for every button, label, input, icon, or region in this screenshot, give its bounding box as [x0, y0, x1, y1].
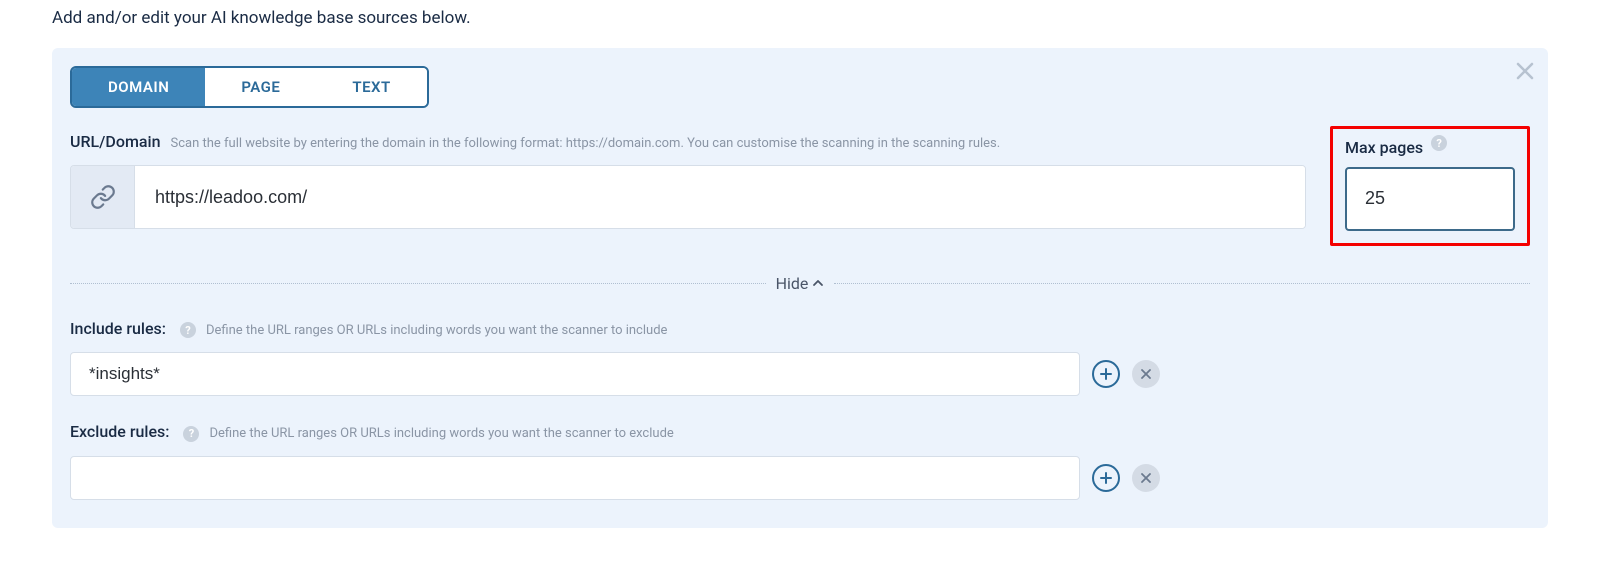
- include-rule-input[interactable]: [70, 352, 1080, 396]
- plus-icon: [1100, 368, 1112, 380]
- url-domain-hint: Scan the full website by entering the do…: [171, 136, 1001, 151]
- exclude-rule-input[interactable]: [70, 456, 1080, 500]
- remove-exclude-rule-button[interactable]: [1132, 464, 1160, 492]
- help-icon[interactable]: ?: [1431, 135, 1447, 151]
- include-rules-label: Include rules:: [70, 319, 166, 338]
- hide-toggle[interactable]: Hide: [776, 274, 825, 293]
- divider-line-right: [834, 283, 1530, 284]
- help-icon[interactable]: ?: [180, 322, 196, 338]
- url-input-group: [70, 165, 1306, 229]
- divider-line-left: [70, 283, 766, 284]
- tab-page[interactable]: PAGE: [205, 68, 316, 106]
- x-icon: [1141, 473, 1151, 483]
- exclude-rules-label: Exclude rules:: [70, 422, 169, 441]
- add-include-rule-button[interactable]: [1092, 360, 1120, 388]
- x-icon: [1141, 369, 1151, 379]
- page-intro: Add and/or edit your AI knowledge base s…: [52, 0, 1548, 28]
- max-pages-label: Max pages: [1345, 138, 1423, 157]
- close-button[interactable]: [1516, 62, 1534, 85]
- url-input[interactable]: [135, 166, 1305, 228]
- source-type-tabs: DOMAIN PAGE TEXT: [70, 66, 429, 108]
- hide-label: Hide: [776, 274, 809, 293]
- chevron-up-icon: [812, 277, 824, 289]
- tab-domain[interactable]: DOMAIN: [72, 68, 205, 106]
- help-icon[interactable]: ?: [183, 426, 199, 442]
- tab-text[interactable]: TEXT: [316, 68, 426, 106]
- link-icon: [71, 166, 135, 228]
- rules-divider: Hide: [70, 274, 1530, 293]
- close-icon: [1516, 62, 1534, 80]
- exclude-rules-hint: Define the URL ranges OR URLs including …: [209, 426, 673, 441]
- remove-include-rule-button[interactable]: [1132, 360, 1160, 388]
- include-rules-hint: Define the URL ranges OR URLs including …: [206, 323, 667, 338]
- add-exclude-rule-button[interactable]: [1092, 464, 1120, 492]
- plus-icon: [1100, 472, 1112, 484]
- max-pages-input[interactable]: [1345, 167, 1515, 231]
- max-pages-section: Max pages ?: [1330, 126, 1530, 246]
- url-domain-label: URL/Domain: [70, 132, 161, 151]
- source-panel: DOMAIN PAGE TEXT URL/Domain Scan the ful…: [52, 48, 1548, 528]
